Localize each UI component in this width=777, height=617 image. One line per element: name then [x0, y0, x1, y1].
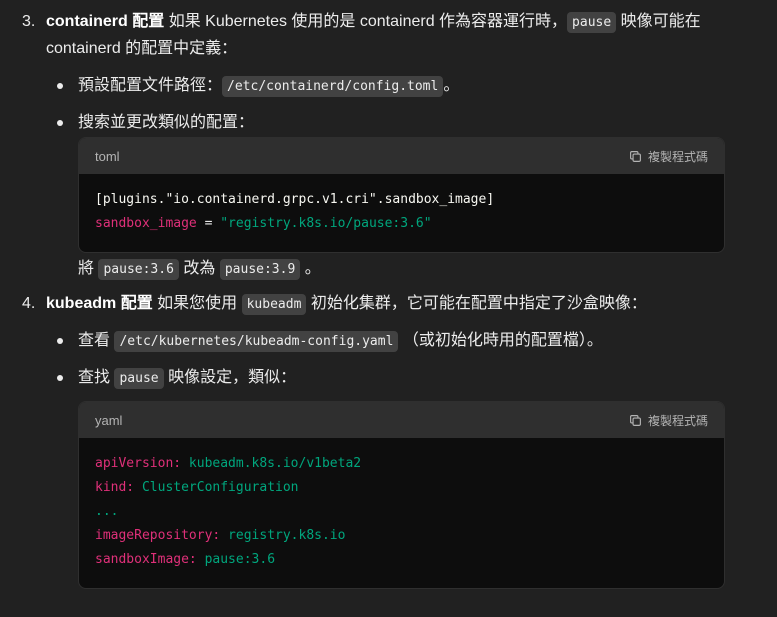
code-value: pause:3.6	[196, 552, 276, 567]
copy-code-label: 複製程式碼	[647, 413, 708, 428]
pause-code: pause	[114, 368, 164, 389]
code-value: ClusterConfiguration	[134, 480, 299, 495]
item4-text1: 如果您使用	[152, 295, 238, 312]
item4-bullet2-text: 查找	[78, 369, 111, 386]
code-language-label: yaml	[95, 412, 123, 428]
code-line: [plugins."io.containerd.grpc.v1.cri".san…	[95, 192, 495, 207]
item3-title: containerd 配置	[46, 13, 165, 30]
code-value: kubeadm.k8s.io/v1beta2	[181, 456, 362, 471]
item4-bullet2-suffix: 映像設定，類似：	[168, 369, 297, 386]
code-key: apiVersion:	[95, 456, 182, 471]
copy-icon	[630, 414, 641, 426]
old-version-code: pause:3.6	[98, 259, 179, 280]
item4-bullet1: 查看 /etc/kubernetes/kubeadm-config.yaml （…	[78, 328, 603, 355]
item3-text2: 映像可能在	[616, 13, 701, 30]
list-number-4: 4.	[22, 295, 36, 312]
after-suffix: 。	[304, 260, 321, 277]
bullet-dot	[57, 120, 63, 126]
copy-code-button[interactable]: 複製程式碼	[629, 148, 708, 165]
item4-bullet1-suffix: （或初始化時用的配置檔）。	[402, 332, 603, 349]
new-version-code: pause:3.9	[219, 259, 301, 280]
after-prefix: 將	[78, 260, 95, 277]
item3-text1: 如果 Kubernetes 使用的是 containerd 作為容器運行時，	[164, 13, 568, 30]
code-ellipsis: ...	[95, 504, 119, 519]
item4-bullet2: 查找 pause 映像設定，類似：	[78, 365, 296, 392]
code-language-label: toml	[95, 148, 120, 164]
code-content: apiVersion: kubeadm.k8s.io/v1beta2 kind:…	[79, 438, 724, 588]
item3-bullet2: 搜索並更改類似的配置：	[78, 114, 255, 131]
item3-line1: containerd 配置 如果 Kubernetes 使用的是 contain…	[46, 9, 701, 36]
code-key: sandboxImage:	[95, 552, 197, 567]
item4-text2: 初始化集群，它可能在配置中指定了沙盒映像：	[310, 295, 647, 312]
kubeadm-config-path-code: /etc/kubernetes/kubeadm-config.yaml	[114, 331, 399, 352]
config-path-code: /etc/containerd/config.toml	[222, 76, 444, 97]
code-content: [plugins."io.containerd.grpc.v1.cri".san…	[79, 174, 724, 252]
item3-bullet1-suffix: 。	[443, 77, 460, 94]
item4-line1: kubeadm 配置 如果您使用 kubeadm 初始化集群，它可能在配置中指定…	[46, 291, 647, 318]
copy-code-label: 複製程式碼	[647, 149, 708, 164]
bullet-dot	[57, 83, 63, 89]
item3-inline-code: pause	[567, 12, 617, 33]
code-operator: =	[196, 216, 221, 231]
code-key: kind:	[95, 480, 135, 495]
code-key: imageRepository:	[95, 528, 221, 543]
after-middle: 改為	[183, 260, 216, 277]
copy-icon	[630, 150, 641, 162]
bullet-dot	[57, 375, 63, 381]
item4-inline-code: kubeadm	[241, 294, 307, 315]
copy-code-button[interactable]: 複製程式碼	[629, 412, 708, 429]
code-key: sandbox_image	[95, 216, 197, 231]
item4-bullet1-text: 查看	[78, 332, 111, 349]
item4-title: kubeadm 配置	[46, 295, 153, 312]
yaml-code-block: yaml 複製程式碼 apiVersion: kubeadm.k8s.io/v1…	[78, 401, 725, 589]
bullet-dot	[57, 338, 63, 344]
item3-after-text: 將 pause:3.6 改為 pause:3.9 。	[78, 256, 321, 283]
code-block-header: yaml 複製程式碼	[79, 402, 724, 438]
item3-bullet1-text: 預設配置文件路徑：	[78, 77, 223, 94]
code-value: "registry.k8s.io/pause:3.6"	[220, 216, 432, 231]
toml-code-block: toml 複製程式碼 [plugins."io.containerd.grpc.…	[78, 137, 725, 253]
item3-bullet1: 預設配置文件路徑：/etc/containerd/config.toml。	[78, 73, 459, 100]
code-value: registry.k8s.io	[220, 528, 346, 543]
code-block-header: toml 複製程式碼	[79, 138, 724, 174]
item3-line2: containerd 的配置中定義：	[46, 40, 238, 57]
list-number-3: 3.	[22, 13, 36, 30]
